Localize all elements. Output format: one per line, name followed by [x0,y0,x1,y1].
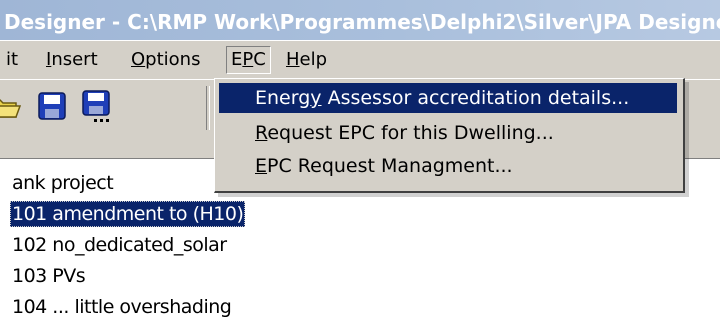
menu-item-request-epc[interactable]: Request EPC for this Dwelling... [219,118,677,148]
save-button[interactable] [34,88,70,124]
menu-insert[interactable]: Insert [42,47,102,73]
save-as-button[interactable] [78,88,114,124]
list-item[interactable]: 102 no_dedicated_solar [12,232,227,258]
menu-help[interactable]: Help [282,47,331,73]
window-title: Designer - C:\RMP Work\Programmes\Delphi… [4,10,720,34]
list-item-selected[interactable]: 101 amendment to (H10) [10,201,246,227]
epc-dropdown-menu: Energy Assessor accreditation details...… [214,78,685,193]
save-icon [38,92,66,120]
open-folder-icon [0,99,22,118]
menu-bar: it Insert Options EPC Help [0,40,720,79]
menu-edit[interactable]: it [2,47,22,73]
menu-item-assessor-details[interactable]: Energy Assessor accreditation details... [219,83,677,113]
menu-item-epc-request-management[interactable]: EPC Request Managment... [219,151,677,181]
menu-epc[interactable]: EPC [226,46,271,74]
save-as-icon [82,90,110,122]
open-button[interactable] [0,88,22,124]
title-bar: Designer - C:\RMP Work\Programmes\Delphi… [0,0,720,40]
list-item[interactable]: 104 ... little overshading [12,294,232,320]
toolbar-separator [206,86,210,130]
menu-options[interactable]: Options [127,47,204,73]
list-item[interactable]: ank project [12,170,114,196]
list-item[interactable]: 103 PVs [12,263,86,289]
